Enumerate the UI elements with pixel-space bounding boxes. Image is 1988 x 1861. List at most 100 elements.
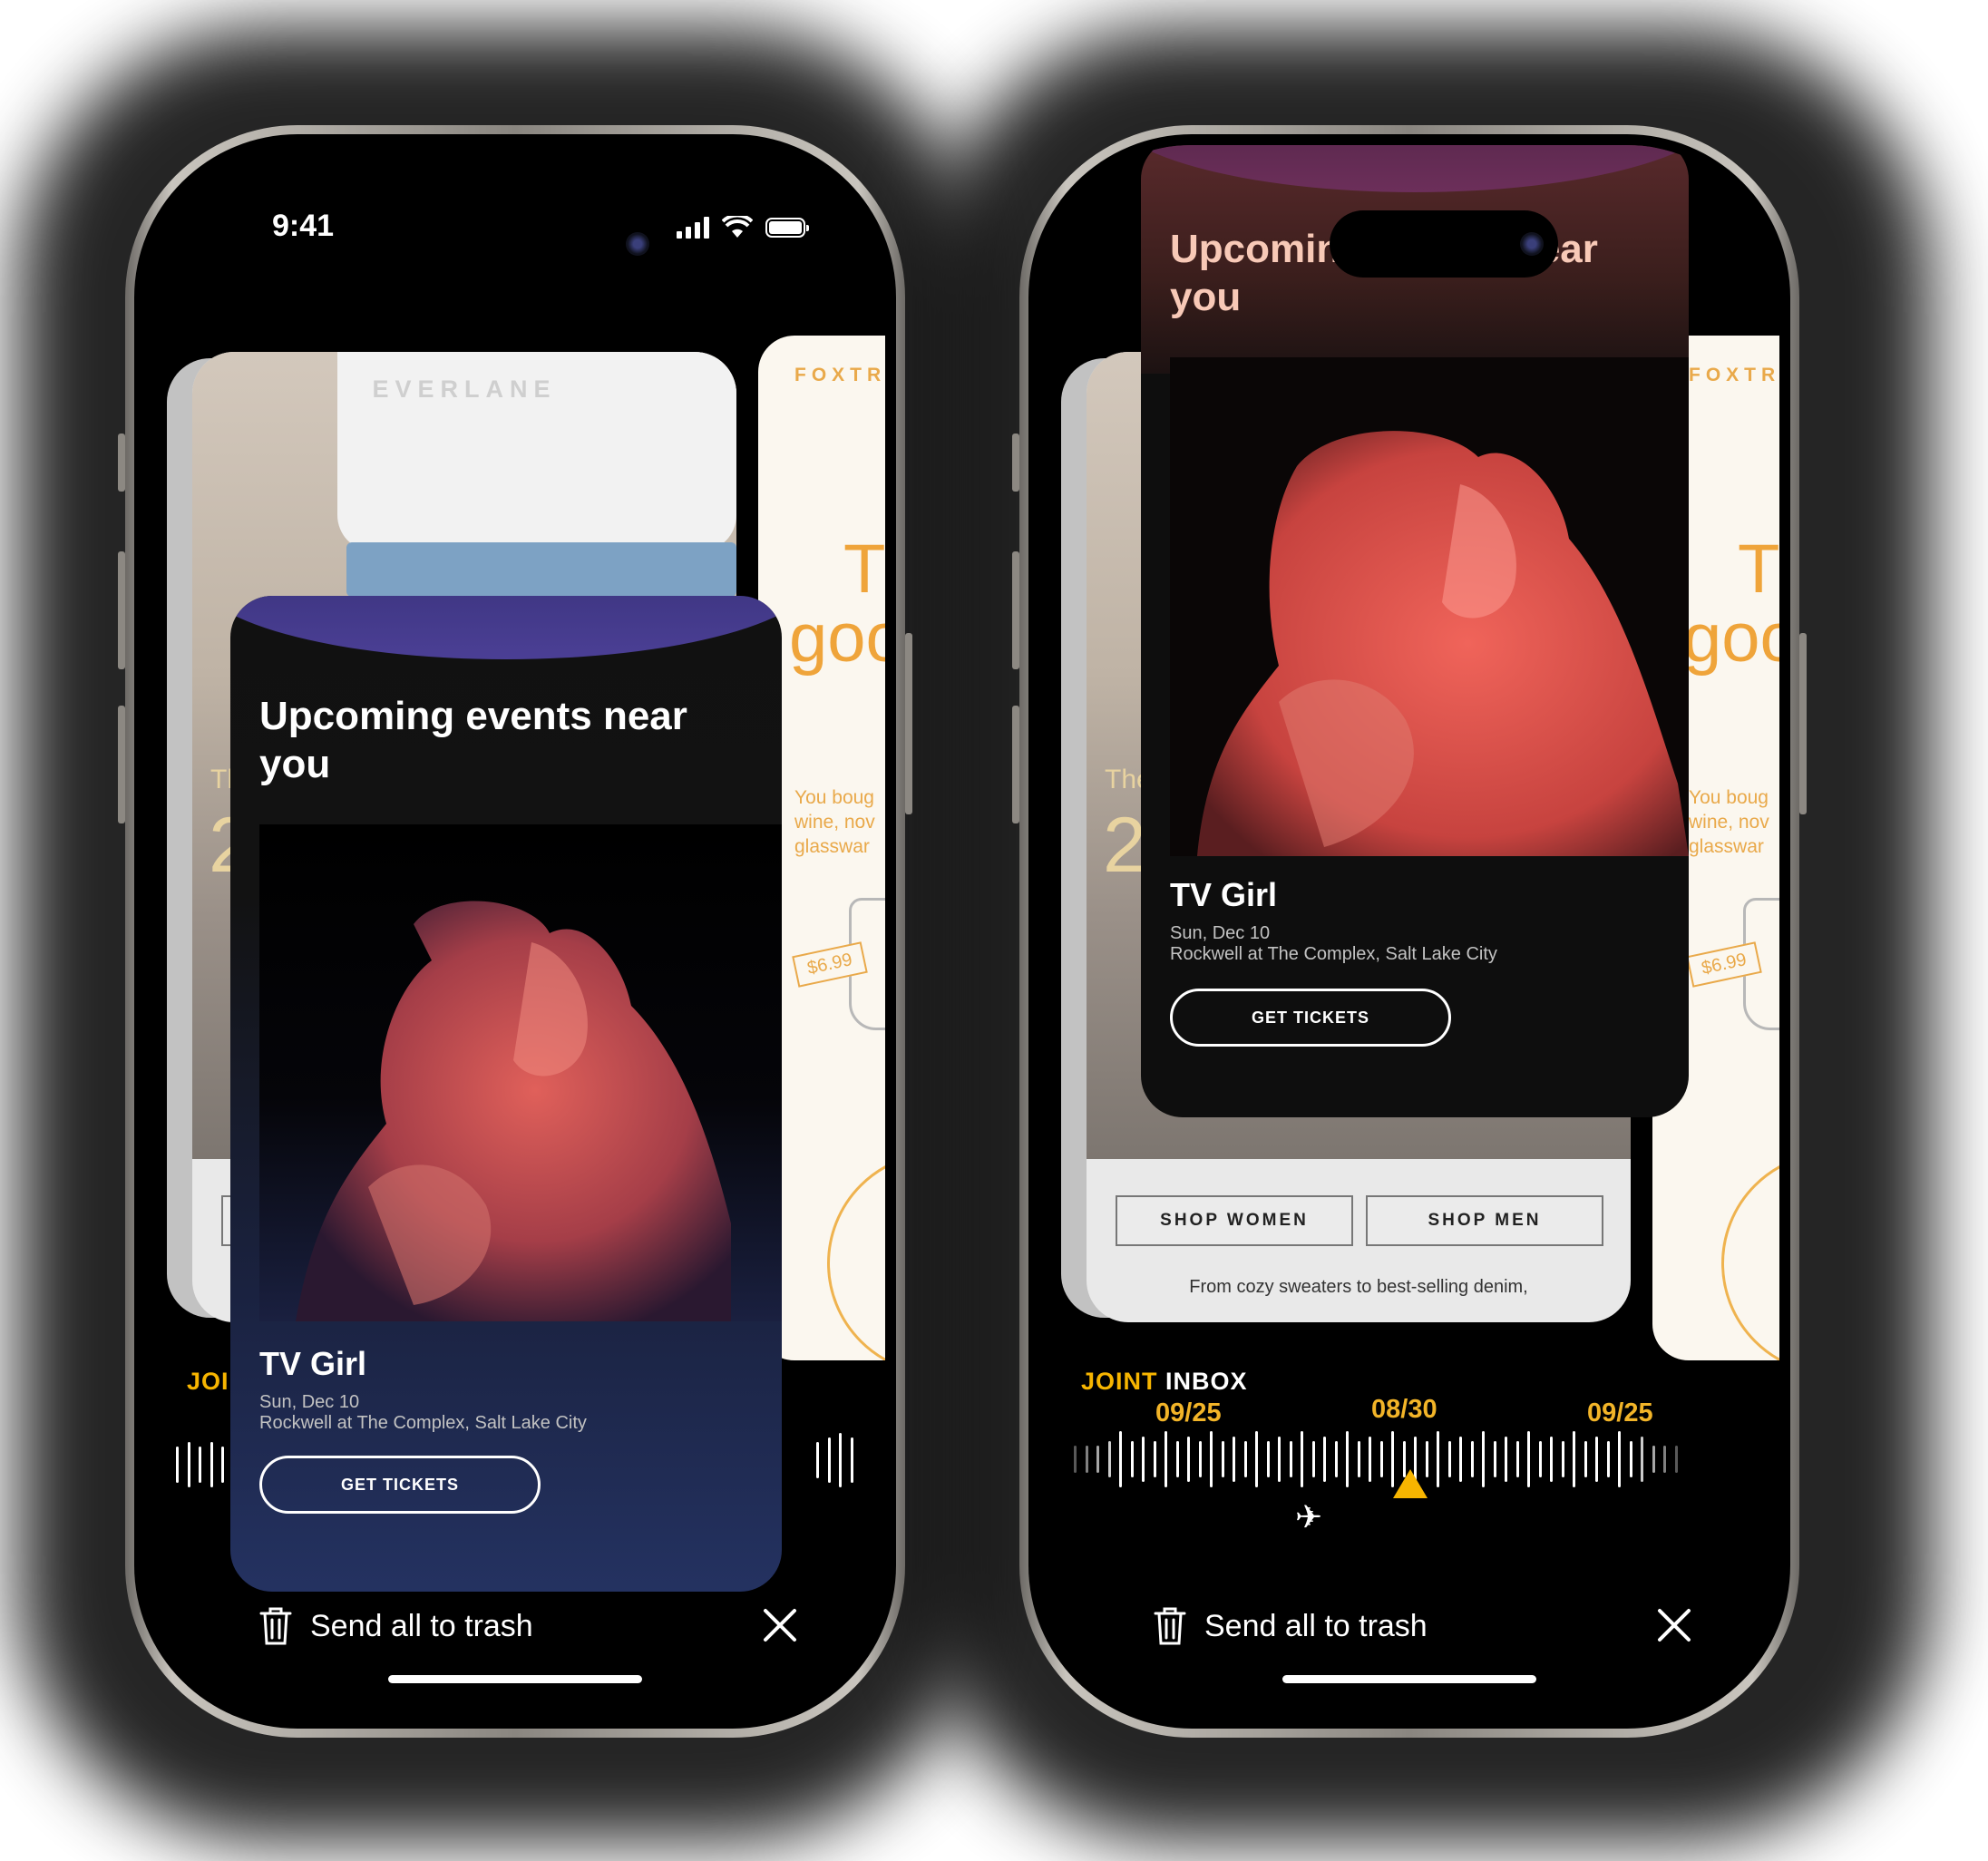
artist-name: TV Girl [259,1345,367,1382]
artist-photo [1170,357,1689,856]
everlane-logo: EVERLANE [372,375,557,403]
foxtrot-headline: Tl goo [1683,531,1779,677]
timeline-tick [1074,1446,1077,1473]
everlane-number: 2 [1103,802,1146,889]
timeline-tick [1289,1441,1292,1477]
status-icons [677,216,809,239]
foxtrot-headline: Tl goo [789,531,885,677]
events-title: Upcoming events near you [259,694,687,786]
timeline-date-center[interactable]: 08/30 [1371,1395,1437,1425]
send-all-to-trash-button[interactable]: Send all to trash [1152,1605,1428,1647]
send-all-to-trash-button[interactable]: Send all to trash [258,1605,533,1647]
camera-icon [1520,232,1544,256]
foxtrot-logo: FOXTRO [1689,365,1779,385]
timeline-tick [1266,1441,1270,1477]
timeline-tick [1369,1437,1371,1482]
timeline-tick [1221,1441,1224,1477]
timeline-tick [1130,1441,1134,1477]
foxtrot-body: You boug wine, nov glasswar [794,787,875,857]
timeline-tick [1447,1441,1451,1477]
email-card-events[interactable]: Upcoming events near you [230,596,782,1592]
timeline-ticks-right [816,1433,853,1487]
timeline-tick [1515,1441,1519,1477]
foxtrot-body: You boug wine, nov glasswar [1689,787,1769,857]
timeline-tick [1165,1431,1167,1487]
timeline-tick [1357,1441,1360,1477]
event-date: Sun, Dec 10 [1170,923,1271,943]
timeline-tick [1470,1441,1474,1477]
timeline-tick [1278,1437,1281,1482]
side-button [118,706,125,823]
shop-men-button[interactable]: SHOP MEN [1366,1195,1603,1246]
shop-women-button[interactable]: SHOP WOMEN [1116,1195,1353,1246]
timeline-tick [1641,1437,1643,1482]
side-button [1012,551,1019,669]
dynamic-island [435,210,664,278]
timeline-tick [1573,1431,1575,1487]
timeline-tick [1096,1446,1099,1473]
email-card-events[interactable]: Upcoming events near you [1141,145,1689,1117]
timeline-ticks-left [176,1442,224,1487]
phone-left: 9:41 EVERLANE The 2 SHOP WOMEN SHOP MEN [118,125,912,1738]
timeline-tick [1459,1437,1462,1482]
timeline-tick [1311,1441,1315,1477]
everlane-footer-text: From cozy sweaters to best-selling denim… [1189,1277,1528,1297]
timeline-tick [1561,1441,1564,1477]
timeline-tick [1187,1437,1190,1482]
dynamic-island [1330,210,1558,278]
timeline-tick [1652,1446,1655,1473]
timeline-tick [1493,1441,1496,1477]
close-icon[interactable] [1656,1605,1692,1651]
side-button [1012,434,1019,492]
side-button [118,551,125,669]
timeline-scrubber[interactable] [1074,1431,1678,1487]
close-icon[interactable] [762,1605,798,1651]
timeline-tick [1379,1441,1383,1477]
timeline-tick [1437,1431,1439,1487]
timeline-tick [1198,1441,1202,1477]
timeline-tick [1085,1446,1088,1473]
timeline-tick [1482,1431,1485,1487]
artist-name: TV Girl [1170,876,1278,913]
side-button [1012,706,1019,823]
timeline-tick [1663,1446,1666,1473]
screen: 9:41 EVERLANE The 2 SHOP WOMEN SHOP MEN [145,145,885,1718]
side-button [118,434,125,492]
side-button [1799,633,1807,814]
timeline-tick [1538,1441,1542,1477]
signal-icon [677,217,709,239]
timeline-tick [1153,1441,1156,1477]
inbox-label: JOINT INBOX [1081,1368,1248,1395]
timeline-tick [1674,1446,1678,1473]
home-indicator[interactable] [1282,1675,1536,1683]
timeline-tick [1142,1437,1145,1482]
side-button [905,633,912,814]
status-time: 9:41 [272,209,335,243]
trash-label: Send all to trash [1204,1608,1428,1643]
timeline-date-left[interactable]: 09/25 [1155,1398,1222,1428]
airplane-icon: ✈ [1295,1498,1323,1535]
wifi-icon [722,216,753,238]
timeline-tick [1119,1431,1122,1487]
timeline-tick [1550,1437,1553,1482]
home-indicator[interactable] [388,1675,642,1683]
timeline-date-right[interactable]: 09/25 [1587,1398,1653,1428]
timeline-position-marker[interactable] [1393,1469,1428,1498]
timeline-tick [1175,1441,1179,1477]
timeline-tick [1301,1431,1303,1487]
foxtrot-logo: FOXTRO [794,365,885,385]
screen: The 2 SHOP WOMEN SHOP MEN From cozy swea… [1039,145,1779,1718]
everlane-buttons: SHOP WOMEN SHOP MEN [1116,1195,1603,1246]
timeline-tick [1346,1431,1349,1487]
decorative-circle [1721,1152,1779,1360]
get-tickets-button[interactable]: GET TICKETS [259,1456,541,1514]
camera-icon [626,232,649,256]
decorative-circle [827,1152,885,1360]
phone-right: The 2 SHOP WOMEN SHOP MEN From cozy swea… [1012,125,1807,1738]
timeline-tick [1618,1431,1621,1487]
event-venue: Rockwell at The Complex, Salt Lake City [259,1413,587,1433]
timeline-tick [1243,1441,1247,1477]
get-tickets-button[interactable]: GET TICKETS [1170,989,1451,1047]
timeline-tick [1323,1437,1326,1482]
battery-icon [765,218,809,238]
